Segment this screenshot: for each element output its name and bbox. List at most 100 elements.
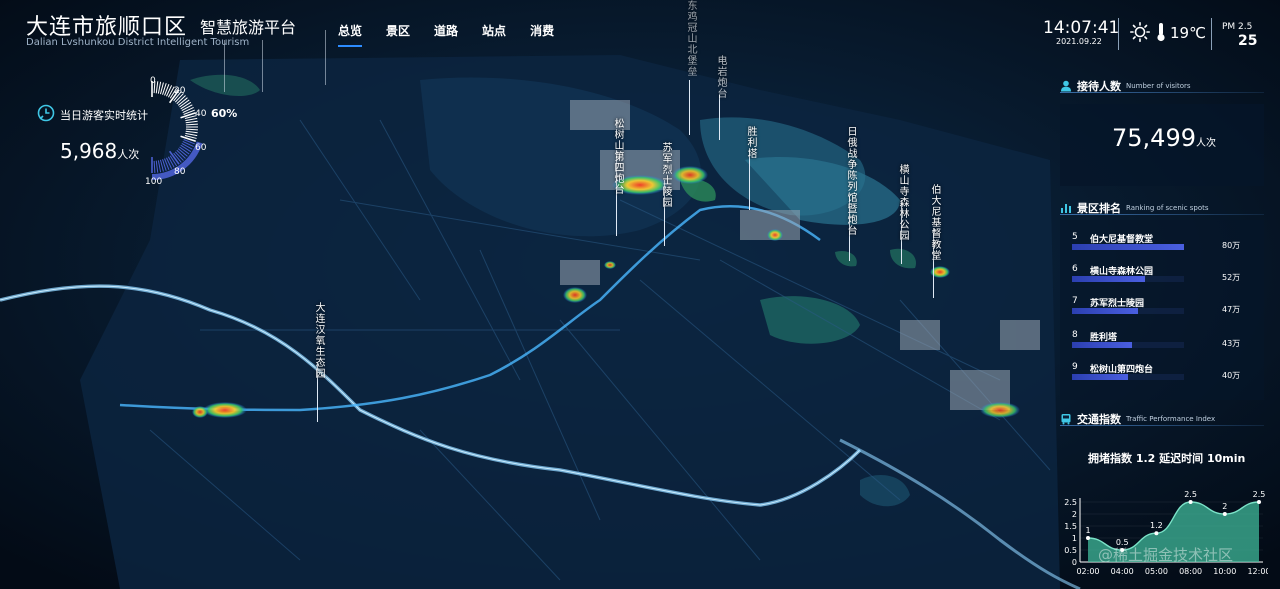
traffic-title-en: Traffic Performance Index <box>1126 415 1216 423</box>
visitor-gauge <box>151 81 203 180</box>
rank-bar <box>1072 342 1133 348</box>
rank-number: 8 <box>1072 330 1078 340</box>
ranking-row[interactable]: 7 苏军烈士陵园 47万 <box>1072 296 1252 326</box>
rank-number: 5 <box>1072 232 1078 242</box>
rank-bar <box>1072 308 1138 314</box>
x-tick-label: 05:00 <box>1145 567 1168 576</box>
gauge-tick <box>166 157 173 169</box>
pm-label: PM 2.5 <box>1222 22 1253 32</box>
gauge-tick <box>182 106 194 113</box>
gauge-tick <box>182 141 194 148</box>
section-underline <box>1060 92 1264 93</box>
section-underline <box>1060 425 1264 426</box>
temperature: 19℃ <box>1170 24 1206 42</box>
ranking-row[interactable]: 9 松树山第四炮台 40万 <box>1072 362 1252 392</box>
rank-bar <box>1072 244 1184 250</box>
thermometer-icon <box>1157 23 1165 42</box>
watermark: @稀土掘金技术社区 <box>1098 546 1234 564</box>
visitors-value: 75,499人次 <box>1112 124 1216 152</box>
map-pin-line <box>689 80 690 135</box>
data-label: 2.5 <box>1184 490 1197 499</box>
map-spot-label[interactable]: 大连汉氧生态园 <box>311 302 326 379</box>
gauge-tick <box>185 123 198 126</box>
data-label: 1 <box>1085 526 1090 535</box>
bus-icon <box>1061 414 1071 425</box>
ranking-title-en: Ranking of scenic spots <box>1126 204 1209 212</box>
map-pin-line <box>719 95 720 140</box>
gauge-tick <box>166 85 173 97</box>
rank-value: 40万 <box>1222 371 1241 380</box>
traffic-summary: 拥堵指数 1.2 延迟时间 10min <box>1088 452 1246 465</box>
rank-value: 80万 <box>1222 241 1241 250</box>
y-tick-label: 2.5 <box>1064 498 1077 507</box>
tab-roads[interactable]: 道路 <box>434 22 458 47</box>
map-spot-label[interactable]: 松树山第四炮台 <box>610 118 625 195</box>
x-tick-label: 04:00 <box>1111 567 1134 576</box>
rank-value: 43万 <box>1222 339 1241 348</box>
rank-number: 9 <box>1072 362 1078 372</box>
map-spot-label[interactable]: 日俄战争陈列馆暨炮台 <box>843 126 858 236</box>
ranking-row[interactable]: 6 横山寺森林公园 52万 <box>1072 264 1252 294</box>
tab-overview[interactable]: 总览 <box>338 22 363 47</box>
ranking-row[interactable]: 5 伯大尼基督教堂 80万 <box>1072 232 1252 262</box>
pm-value: 25 <box>1238 33 1258 49</box>
data-label: 1.2 <box>1150 521 1163 530</box>
data-point <box>1222 512 1227 516</box>
x-tick-label: 02:00 <box>1076 567 1099 576</box>
gauge-tick <box>167 156 175 168</box>
data-point <box>1086 536 1090 540</box>
tab-consumption[interactable]: 消费 <box>530 22 554 47</box>
gauge-tick-label: 80 <box>174 167 186 177</box>
person-icon <box>1061 80 1071 92</box>
ranking-row[interactable]: 8 胜利塔 43万 <box>1072 330 1252 360</box>
rank-bar-track <box>1072 308 1184 314</box>
clock-date: 2021.09.22 <box>1056 37 1102 46</box>
tab-stations[interactable]: 站点 <box>482 22 506 47</box>
visitors-title-en: Number of visitors <box>1126 82 1191 90</box>
map-spot-label[interactable]: 横山寺森林公园 <box>895 164 910 241</box>
data-point <box>1154 531 1159 536</box>
y-tick-label: 1 <box>1072 534 1077 543</box>
data-point <box>1188 500 1193 504</box>
x-tick-label: 08:00 <box>1179 567 1202 576</box>
visitors-unit: 人次 <box>1195 138 1216 149</box>
header-divider <box>1118 18 1119 50</box>
map-spot-label[interactable]: 胜利塔 <box>743 126 758 159</box>
rank-bar-track <box>1072 244 1184 250</box>
clock-time: 14:07:41 <box>1043 18 1120 38</box>
realtime-value: 5,968人次 <box>60 139 139 163</box>
sun-icon <box>1130 22 1150 42</box>
bar-chart-icon <box>1061 204 1071 213</box>
rank-value: 47万 <box>1222 305 1241 314</box>
tab-scenic[interactable]: 景区 <box>386 22 410 47</box>
gauge-tick <box>157 160 162 173</box>
page-subtitle: 智慧旅游平台 <box>200 18 297 37</box>
gauge-tick <box>185 120 198 124</box>
rank-number: 7 <box>1072 296 1078 306</box>
gauge-tick <box>180 135 196 142</box>
main-nav: 总览 景区 道路 站点 消费 <box>338 22 554 47</box>
y-tick-label: 0 <box>1072 558 1077 567</box>
page-title-en: Dalian Lvshunkou District Intelligent To… <box>26 37 250 48</box>
rank-bar <box>1072 276 1145 282</box>
gauge-tick-label: 60 <box>195 143 207 153</box>
map-spot-label[interactable]: 苏军烈士陵园 <box>658 142 673 208</box>
y-tick-label: 0.5 <box>1064 546 1077 555</box>
section-underline <box>1060 214 1264 215</box>
data-label: 2 <box>1222 502 1227 511</box>
map-spot-label[interactable]: 伯大尼基督教堂 <box>927 184 942 261</box>
y-tick-label: 2 <box>1072 510 1077 519</box>
visitors-number: 75,499 <box>1112 124 1196 152</box>
map-pin-line <box>749 150 750 210</box>
x-tick-label: 10:00 <box>1213 567 1236 576</box>
gauge-tick <box>185 128 198 131</box>
top-header: 大连市旅顺口区 智慧旅游平台 Dalian Lvshunkou District… <box>0 0 1280 62</box>
x-tick-label: 12:00 <box>1247 567 1268 576</box>
gauge-tick <box>155 160 159 173</box>
header-divider <box>1211 18 1212 50</box>
gauge-tick <box>181 142 193 150</box>
clock-chart-icon <box>37 104 55 122</box>
y-tick-label: 1.5 <box>1064 522 1077 531</box>
rank-value: 52万 <box>1222 273 1241 282</box>
gauge-tick-label: 20 <box>174 86 186 96</box>
